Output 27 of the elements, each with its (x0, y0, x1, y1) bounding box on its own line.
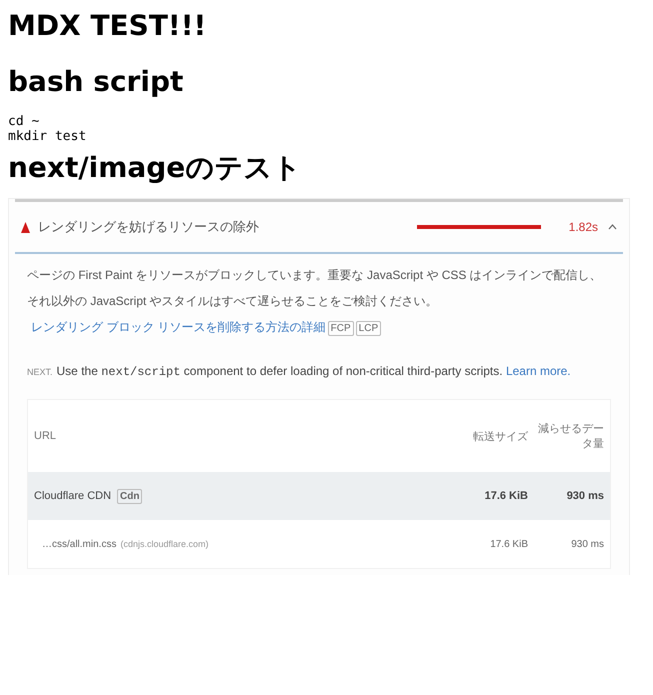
chevron-icon[interactable] (608, 224, 617, 230)
code-line: cd ~ (8, 114, 40, 129)
url-cell: …css/all.min.css (42, 538, 116, 550)
savings-value: 1.82s (568, 220, 598, 234)
column-header: URL (34, 430, 58, 442)
page-title: MDX TEST!!! (8, 8, 208, 44)
audit-title: レンダリングを妨げるリソースの除外 (38, 218, 260, 236)
section-heading: next/imageのテスト (8, 150, 302, 186)
stack-label: NEXT. (27, 367, 53, 377)
code-line: mkdir test (8, 129, 88, 144)
section-heading: bash script (8, 64, 184, 100)
size-cell-text: 17.6 KiB (484, 490, 528, 502)
entity-tag: Cdn (117, 488, 142, 504)
warning-icon (21, 222, 30, 232)
learn-more-link[interactable]: Learn more. (506, 364, 571, 378)
savings-cell-text: 930 ms (566, 490, 604, 502)
size-cell-text: 17.6 KiB (489, 538, 528, 550)
host-text: (cdnjs.cloudflare.com) (120, 539, 208, 549)
metric-tag: LCP (356, 321, 382, 336)
url-cell: Cloudflare CDN (34, 490, 112, 502)
column-header: 転送サイズ (472, 430, 528, 444)
metric-tag: FCP (328, 321, 354, 336)
learn-link[interactable]: レンダリング ブロック リソースを削除する方法の詳細 (31, 320, 326, 334)
column-header: 減らせるデータ量 (537, 422, 604, 451)
savings-cell-text: 930 ms (570, 538, 604, 550)
audit-description: ページの First Paint をリソースがブロックしています。重要な JavaScript や CSS はインラインで配信し、それ以外の JavaScript やスタイルはすべて遅らせることをご検討ください。 (27, 268, 602, 308)
stack-text: Use the next/script component to defer loading of non-critical third-party scripts. (56, 364, 503, 378)
